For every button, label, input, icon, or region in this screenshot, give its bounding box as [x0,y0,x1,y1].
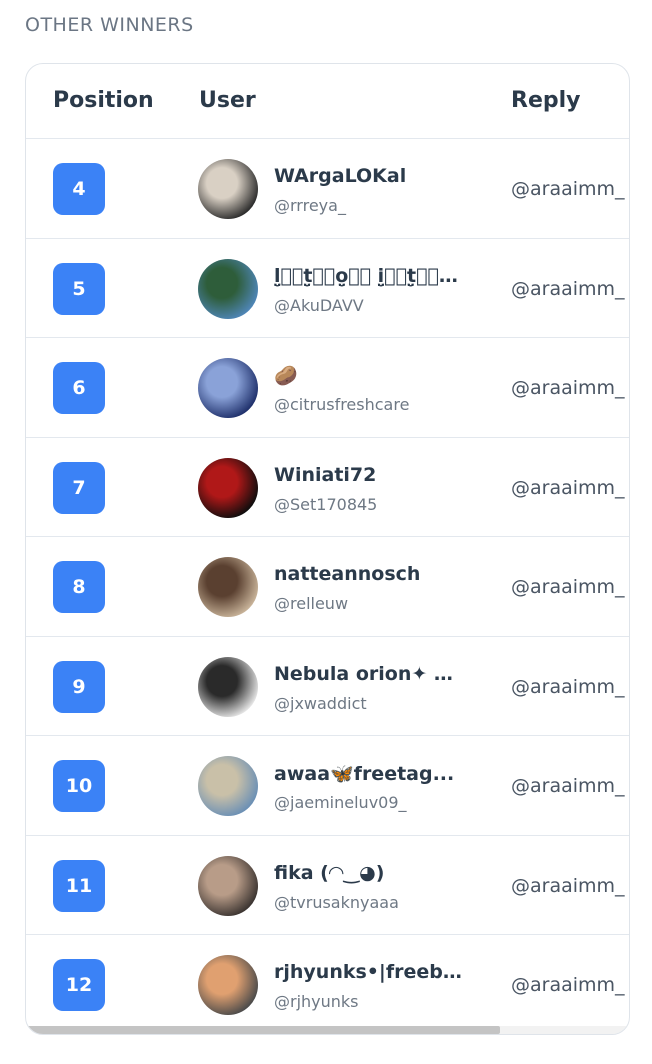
position-badge: 11 [53,859,105,912]
user-handle[interactable]: @jxwaddict [274,694,367,713]
position-badge: 8 [53,561,105,613]
reply-text: @araaimm_ [511,576,625,598]
avatar[interactable] [198,955,258,1015]
avatar[interactable] [198,557,258,617]
user-display-name[interactable]: Winiati72 [274,464,464,486]
user-handle[interactable]: @Set170845 [274,495,377,514]
table-row[interactable]: 5 l̤̮ᷤᷤt̤̮ᷤᷤo̤̮ᷤᷤ i̤̮ᷤᷤt̤̮ᷤᷤo̤̮ᷤᷤ @AkuDAVV… [26,239,629,338]
avatar[interactable] [198,855,258,916]
reply-text: @araaimm_ [511,775,625,797]
position-badge: 7 [53,461,105,514]
avatar[interactable] [198,457,258,518]
position-badge: 5 [53,262,105,315]
position-badge: 10 [53,760,105,812]
user-handle[interactable]: @AkuDAVV [274,296,364,315]
table-row[interactable]: 7 Winiati72 @Set170845 @araaimm_ [26,438,629,537]
position-badge: 12 [53,959,105,1011]
avatar[interactable] [198,756,258,816]
user-handle[interactable]: @citrusfreshcare [274,395,409,414]
table-row[interactable]: 6 🥔 @citrusfreshcare @araaimm_ [26,338,629,438]
table-header: Position User Reply [26,64,629,139]
table-row[interactable]: 10 awaa🦋freetag... @jaemineluv09_ @araaimm_ [26,736,629,836]
section-title: OTHER WINNERS [25,14,194,36]
table-row[interactable]: 12 rjhyunks•|freebi... @rjhyunks @araaimm_ [26,935,629,1034]
user-handle[interactable]: @tvrusaknyaaa [274,893,399,912]
reply-text: @araaimm_ [511,178,625,200]
user-handle[interactable]: @rjhyunks [274,992,359,1011]
reply-text: @araaimm_ [511,874,625,897]
position-badge: 6 [53,362,105,414]
user-handle[interactable]: @jaemineluv09_ [274,793,407,812]
user-display-name[interactable]: Nebula orion✦ ⋆ ... [274,663,464,685]
user-handle[interactable]: @rrreya_ [274,196,346,215]
table-row[interactable]: 8 natteannosch @relleuw @araaimm_ [26,537,629,637]
column-header-reply: Reply [511,88,581,113]
user-display-name[interactable]: WArgaLOKal [274,165,464,187]
avatar[interactable] [198,358,258,418]
reply-text: @araaimm_ [511,476,625,499]
avatar[interactable] [198,159,258,219]
winners-table: Position User Reply 4 WArgaLOKal @rrreya_ @… [25,63,630,1035]
avatar[interactable] [198,258,258,319]
column-header-user: User [199,88,256,113]
user-display-name[interactable]: fika (◠‿◕) [274,862,464,884]
table-row[interactable]: 11 fika (◠‿◕) @tvrusaknyaaa @araaimm_ [26,836,629,935]
column-header-position: Position [53,88,154,113]
user-display-name[interactable]: awaa🦋freetag... [274,762,464,785]
user-handle[interactable]: @relleuw [274,594,348,613]
horizontal-scrollbar[interactable] [26,1026,629,1034]
scrollbar-thumb[interactable] [26,1026,500,1034]
table-row[interactable]: 4 WArgaLOKal @rrreya_ @araaimm_ [26,139,629,239]
table-row[interactable]: 9 Nebula orion✦ ⋆ ... @jxwaddict @araaimm_ [26,637,629,736]
avatar[interactable] [198,656,258,717]
user-display-name[interactable]: 🥔 [274,364,464,387]
user-display-name[interactable]: rjhyunks•|freebi... [274,961,464,983]
reply-text: @araaimm_ [511,377,625,399]
reply-text: @araaimm_ [511,675,625,698]
user-display-name[interactable]: natteannosch [274,563,464,585]
user-display-name[interactable]: l̤̮ᷤᷤt̤̮ᷤᷤo̤̮ᷤᷤ i̤̮ᷤᷤt̤̮ᷤᷤo̤̮ᷤᷤ [274,265,464,287]
position-badge: 9 [53,660,105,713]
position-badge: 4 [53,163,105,215]
reply-text: @araaimm_ [511,277,625,300]
reply-text: @araaimm_ [511,974,625,996]
